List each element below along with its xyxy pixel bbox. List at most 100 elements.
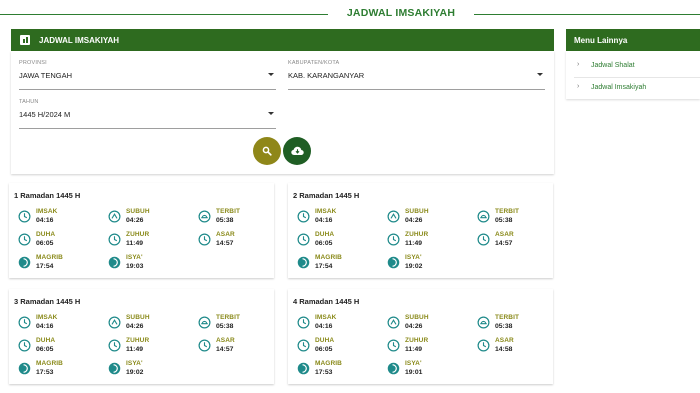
prayer-time-value: 19:01 bbox=[405, 369, 423, 376]
prayer-time-value: 06:05 bbox=[36, 346, 54, 353]
prayer-name: MAGRIB bbox=[36, 360, 63, 367]
prayer-time-subuh: SUBUH 04:26 bbox=[108, 314, 188, 334]
day-card: 3 Ramadan 1445 H IMSAK 04:16 SUBUH 04:26 TERB… bbox=[9, 289, 274, 384]
prayer-name: IMSAK bbox=[36, 208, 58, 215]
prayer-time-value: 04:16 bbox=[36, 217, 54, 224]
prayer-time-value: 19:03 bbox=[126, 263, 144, 270]
prayer-time-magrib: MAGRIB 17:53 bbox=[297, 360, 377, 380]
prayer-name: ASAR bbox=[495, 337, 514, 344]
prayer-name: MAGRIB bbox=[315, 254, 342, 261]
prayer-time-magrib: MAGRIB 17:54 bbox=[297, 254, 377, 274]
clock-icon bbox=[18, 210, 31, 223]
kabupaten-select[interactable]: KABUPATEN/KOTA KAB. KARANGANYAR bbox=[288, 60, 545, 90]
prayer-name: MAGRIB bbox=[315, 360, 342, 367]
prayer-time-subuh: SUBUH 04:26 bbox=[387, 208, 467, 228]
sunrise-icon bbox=[198, 210, 211, 223]
day-card: 4 Ramadan 1445 H IMSAK 04:16 SUBUH 04:26 TERB… bbox=[288, 289, 553, 384]
prayer-time-isya: ISYA' 19:03 bbox=[108, 254, 188, 274]
sunset-icon bbox=[297, 362, 310, 375]
clock-icon bbox=[18, 339, 31, 352]
prayer-time-asar: ASAR 14:57 bbox=[198, 337, 278, 357]
provinsi-label: PROVINSI bbox=[19, 60, 47, 66]
prayer-time-asar: ASAR 14:57 bbox=[198, 231, 278, 251]
prayer-time-value: 06:05 bbox=[315, 346, 333, 353]
arc-icon bbox=[108, 210, 121, 223]
clock-icon bbox=[477, 339, 490, 352]
chart-icon bbox=[20, 35, 30, 45]
clock-icon bbox=[198, 233, 211, 246]
prayer-name: SUBUH bbox=[405, 208, 429, 215]
prayer-time-terbit: TERBIT 05:38 bbox=[198, 314, 278, 334]
chevron-right-icon: › bbox=[577, 83, 580, 90]
prayer-name: DUHA bbox=[36, 231, 56, 238]
clock-icon bbox=[108, 339, 121, 352]
provinsi-value: JAWA TENGAH bbox=[19, 71, 73, 80]
clock-icon bbox=[108, 233, 121, 246]
side-menu-item-label: Jadwal Shalat bbox=[591, 62, 635, 69]
clock-icon bbox=[18, 233, 31, 246]
moon-icon bbox=[108, 362, 121, 375]
prayer-name: DUHA bbox=[315, 231, 335, 238]
prayer-time-zuhur: ZUHUR 11:49 bbox=[387, 231, 467, 251]
prayer-name: MAGRIB bbox=[36, 254, 63, 261]
side-menu-item-jadwal-imsakiyah[interactable]: › Jadwal Imsakiyah bbox=[566, 77, 700, 99]
prayer-time-subuh: SUBUH 04:26 bbox=[108, 208, 188, 228]
prayer-time-value: 04:16 bbox=[315, 217, 333, 224]
prayer-time-isya: ISYA' 19:01 bbox=[387, 360, 467, 380]
prayer-time-duha: DUHA 06:05 bbox=[297, 231, 377, 251]
chevron-right-icon: › bbox=[577, 61, 580, 68]
prayer-time-magrib: MAGRIB 17:54 bbox=[18, 254, 98, 274]
prayer-name: ZUHUR bbox=[405, 231, 429, 238]
prayer-name: IMSAK bbox=[36, 314, 58, 321]
moon-icon bbox=[387, 362, 400, 375]
prayer-name: ASAR bbox=[216, 231, 235, 238]
prayer-name: ASAR bbox=[495, 231, 514, 238]
prayer-time-imsak: IMSAK 04:16 bbox=[18, 208, 98, 228]
prayer-time-value: 14:57 bbox=[216, 240, 234, 247]
sunset-icon bbox=[18, 256, 31, 269]
moon-icon bbox=[108, 256, 121, 269]
download-button[interactable] bbox=[283, 137, 311, 165]
prayer-name: TERBIT bbox=[495, 314, 520, 321]
tahun-label: TAHUN bbox=[19, 99, 39, 105]
prayer-name: TERBIT bbox=[495, 208, 520, 215]
prayer-name: ASAR bbox=[216, 337, 235, 344]
prayer-time-value: 05:38 bbox=[216, 217, 234, 224]
arc-icon bbox=[387, 316, 400, 329]
prayer-time-value: 06:05 bbox=[315, 240, 333, 247]
day-card: 1 Ramadan 1445 H IMSAK 04:16 SUBUH 04:26 TERB… bbox=[9, 183, 274, 278]
prayer-time-isya: ISYA' 19:02 bbox=[108, 360, 188, 380]
caret-down-icon bbox=[537, 73, 543, 76]
search-button[interactable] bbox=[253, 137, 281, 165]
side-menu-header: Menu Lainnya bbox=[566, 29, 700, 51]
prayer-time-imsak: IMSAK 04:16 bbox=[297, 314, 377, 334]
clock-icon bbox=[297, 210, 310, 223]
prayer-time-magrib: MAGRIB 17:53 bbox=[18, 360, 98, 380]
provinsi-select[interactable]: PROVINSI JAWA TENGAH bbox=[19, 60, 276, 90]
tahun-value: 1445 H/2024 M bbox=[19, 110, 71, 119]
filter-panel: PROVINSI JAWA TENGAH KABUPATEN/KOTA KAB.… bbox=[11, 51, 554, 174]
prayer-time-imsak: IMSAK 04:16 bbox=[18, 314, 98, 334]
prayer-time-duha: DUHA 06:05 bbox=[297, 337, 377, 357]
prayer-time-terbit: TERBIT 05:38 bbox=[198, 208, 278, 228]
prayer-time-zuhur: ZUHUR 11:49 bbox=[108, 231, 188, 251]
panel-header-title: JADWAL IMSAKIYAH bbox=[39, 35, 120, 45]
side-menu-item-jadwal-shalat[interactable]: › Jadwal Shalat bbox=[566, 55, 700, 77]
clock-icon bbox=[297, 316, 310, 329]
clock-icon bbox=[477, 233, 490, 246]
prayer-time-duha: DUHA 06:05 bbox=[18, 231, 98, 251]
prayer-time-value: 05:38 bbox=[216, 323, 234, 330]
prayer-name: ZUHUR bbox=[126, 231, 150, 238]
tahun-select[interactable]: TAHUN 1445 H/2024 M bbox=[19, 99, 276, 129]
prayer-name: ZUHUR bbox=[126, 337, 150, 344]
side-menu: › Jadwal Shalat › Jadwal Imsakiyah bbox=[566, 51, 700, 99]
search-icon bbox=[262, 146, 272, 156]
caret-down-icon bbox=[268, 73, 274, 76]
prayer-time-value: 04:26 bbox=[126, 217, 144, 224]
prayer-name: ISYA' bbox=[405, 360, 422, 367]
prayer-time-value: 17:53 bbox=[315, 369, 333, 376]
page-title-row: JADWAL IMSAKIYAH bbox=[0, 0, 700, 28]
prayer-time-value: 04:16 bbox=[315, 323, 333, 330]
kabupaten-label: KABUPATEN/KOTA bbox=[288, 60, 340, 66]
prayer-name: SUBUH bbox=[126, 314, 150, 321]
